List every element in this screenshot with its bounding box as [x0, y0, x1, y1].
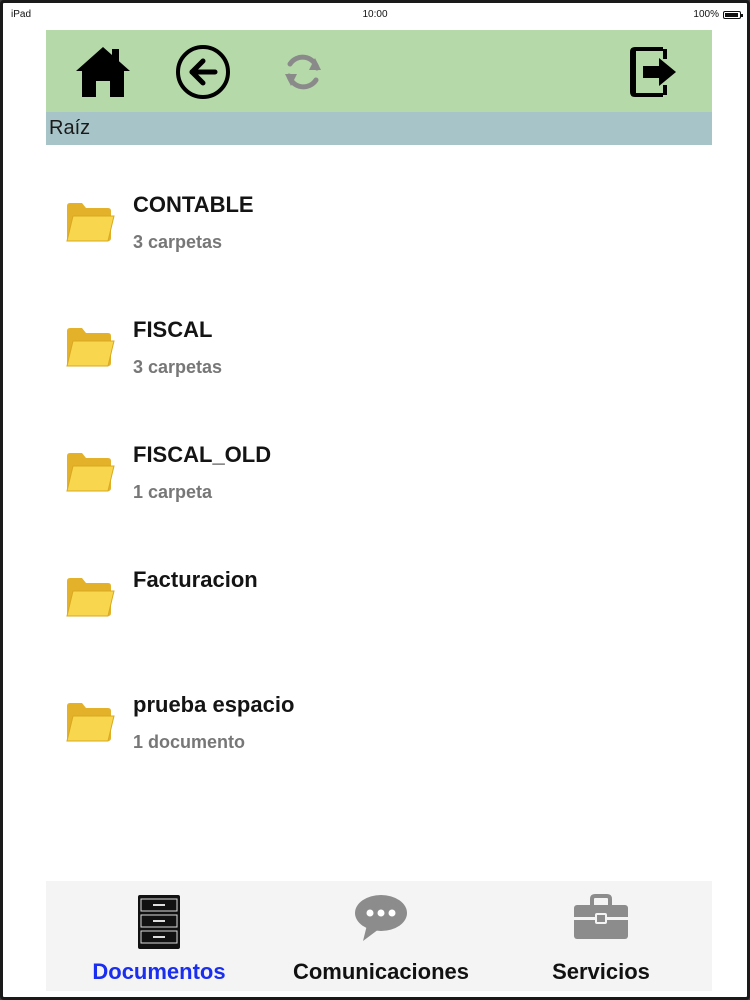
list-item[interactable]: FISCAL_OLD 1 carpeta — [46, 395, 712, 520]
folder-name: Facturacion — [133, 567, 258, 592]
tab-label: Comunicaciones — [292, 959, 470, 984]
list-item[interactable]: FISCAL 3 carpetas — [46, 270, 712, 395]
logout-icon — [630, 47, 676, 97]
device-frame: iPad 10:00 100% Raíz CONTABLE 3 carpetas… — [0, 0, 750, 1000]
chat-bubble-icon — [355, 895, 407, 941]
tab-documentos[interactable]: Documentos — [66, 881, 252, 991]
folder-detail: 3 carpetas — [133, 357, 223, 377]
folder-detail: 3 carpetas — [133, 232, 223, 252]
tab-label: Servicios — [552, 959, 650, 984]
back-arrow-circle-icon — [176, 45, 230, 99]
breadcrumb: Raíz — [46, 112, 712, 145]
folder-name: prueba espacio — [133, 692, 295, 717]
back-button[interactable] — [173, 42, 233, 102]
tab-comunicaciones[interactable]: Comunicaciones — [266, 881, 496, 991]
folder-name: FISCAL — [133, 317, 213, 342]
toolbox-icon — [574, 894, 628, 939]
logout-button[interactable] — [624, 42, 684, 102]
battery-percent: 100% — [693, 9, 719, 20]
battery-icon — [723, 11, 743, 19]
refresh-button[interactable] — [273, 42, 333, 102]
folder-icon — [66, 203, 115, 242]
folder-name: FISCAL_OLD — [133, 442, 272, 467]
breadcrumb-label[interactable]: Raíz — [49, 117, 90, 140]
home-button[interactable] — [73, 42, 133, 102]
list-item[interactable]: Facturacion — [46, 520, 712, 645]
filing-cabinet-icon — [138, 895, 180, 949]
folder-icon — [66, 578, 115, 617]
tab-servicios[interactable]: Servicios — [516, 881, 686, 991]
clock: 10:00 — [362, 9, 388, 20]
status-bar: iPad 10:00 100% — [3, 3, 747, 25]
toolbar — [46, 30, 712, 112]
home-icon — [76, 47, 130, 97]
list-item[interactable]: prueba espacio 1 documento — [46, 645, 712, 770]
folder-detail: 1 carpeta — [133, 482, 213, 502]
folder-icon — [66, 453, 115, 492]
folder-icon — [66, 703, 115, 742]
folder-detail: 1 documento — [133, 732, 246, 752]
refresh-icon — [285, 54, 321, 90]
folder-list: CONTABLE 3 carpetas FISCAL 3 carpetas FI… — [46, 145, 712, 770]
list-item[interactable]: CONTABLE 3 carpetas — [46, 145, 712, 270]
folder-icon — [66, 328, 115, 367]
tab-bar: Documentos Comunicaciones Servicios — [46, 881, 712, 991]
folder-name: CONTABLE — [133, 192, 254, 217]
tab-label: Documentos — [92, 959, 226, 984]
